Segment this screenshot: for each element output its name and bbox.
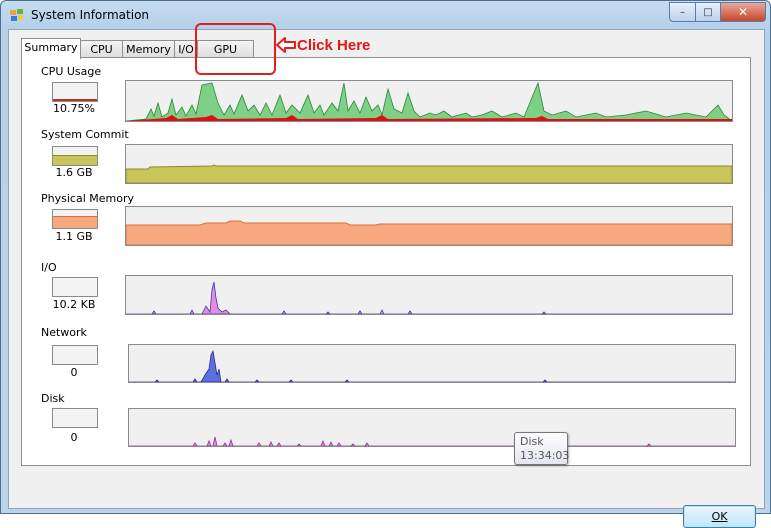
physical-memory-value: 1.1 GB [55, 230, 93, 243]
tab-summary[interactable]: Summary [21, 38, 81, 59]
io-graph [125, 275, 733, 315]
minimize-icon: – [680, 6, 685, 18]
annotation-arrow-icon [276, 37, 296, 53]
maximize-button[interactable]: □ [696, 2, 721, 22]
maximize-icon: □ [703, 6, 713, 18]
tab-memory[interactable]: Memory [122, 40, 175, 58]
cpu-usage-graph [125, 80, 733, 122]
summary-panel: CPU Usage 10.75% System Commit 1.6 GB Ph… [21, 57, 751, 466]
tab-label: Memory [126, 43, 171, 56]
app-icon [10, 9, 23, 21]
cpu-usage-label: CPU Usage [41, 65, 102, 78]
network-graph [128, 344, 736, 383]
disk-graph [128, 408, 736, 447]
tooltip-title: Disk [520, 435, 544, 448]
annotation-text: Click Here [297, 37, 371, 54]
close-button[interactable]: ✕ [721, 2, 766, 22]
cpu-usage-value: 10.75% [53, 102, 95, 115]
disk-meter [52, 408, 98, 428]
tab-cpu[interactable]: CPU [80, 40, 123, 58]
disk-label: Disk [41, 392, 65, 405]
title-bar[interactable]: System Information – □ ✕ [1, 1, 770, 29]
ok-button-label: OK [711, 510, 728, 523]
tab-label: Summary [24, 41, 78, 54]
network-meter [52, 345, 98, 365]
dialog-client-area: Summary CPU Memory I/O GPU CPU Usage 10.… [8, 29, 765, 528]
system-information-window: System Information – □ ✕ Summary CPU Mem… [0, 0, 771, 528]
physical-memory-label: Physical Memory [41, 192, 134, 205]
cpu-usage-meter [52, 82, 98, 102]
system-commit-graph [125, 144, 733, 184]
tooltip-time: 13:34:03 [520, 449, 570, 462]
physical-memory-meter [52, 209, 98, 229]
io-label: I/O [41, 261, 57, 274]
ok-button[interactable]: OK [683, 505, 756, 528]
system-commit-value: 1.6 GB [55, 166, 93, 179]
system-commit-label: System Commit [41, 128, 129, 141]
disk-tooltip: Disk 13:34:03 [514, 432, 570, 465]
network-value: 0 [70, 366, 78, 379]
io-value: 10.2 KB [52, 298, 96, 311]
io-meter [52, 277, 98, 297]
system-commit-meter [52, 146, 98, 166]
disk-value: 0 [70, 431, 78, 444]
tab-label: CPU [90, 43, 113, 56]
physical-memory-graph [125, 206, 733, 246]
minimize-button[interactable]: – [669, 2, 696, 22]
tab-label: I/O [178, 43, 194, 56]
network-label: Network [41, 326, 87, 339]
window-title: System Information [31, 8, 150, 22]
annotation-highlight-box [195, 23, 276, 75]
caption-buttons: – □ ✕ [669, 2, 766, 22]
close-icon: ✕ [737, 5, 749, 19]
